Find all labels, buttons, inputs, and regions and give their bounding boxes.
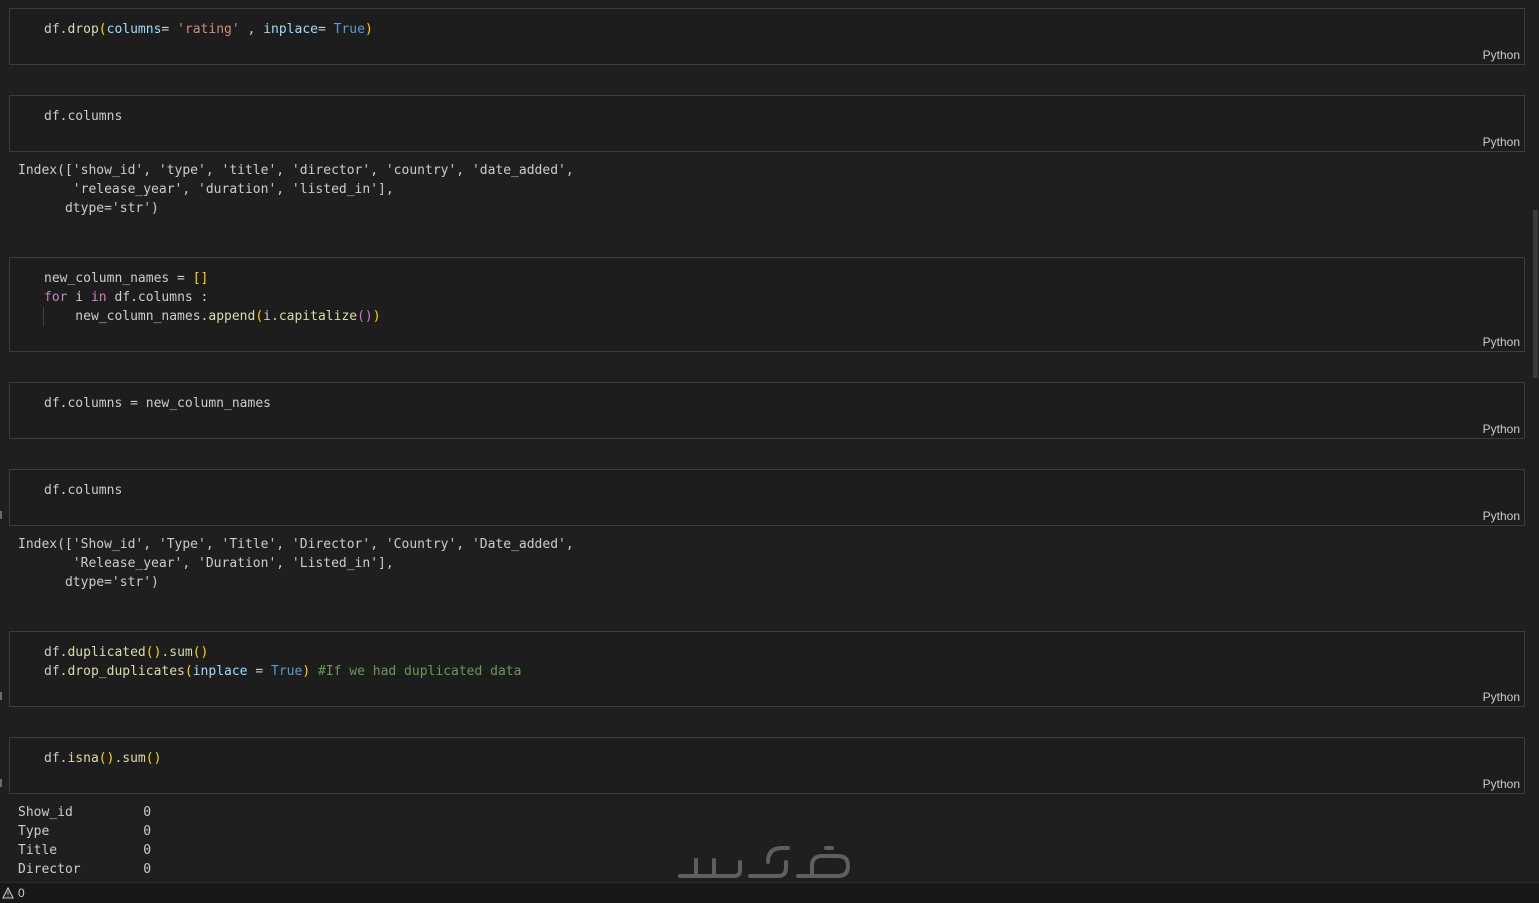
code-token: for [44,290,68,305]
code-token: () [192,645,209,660]
code-token: in [90,290,107,305]
code-line[interactable]: df.duplicated().sum() [44,643,521,662]
code-cell[interactable]: df.columns = new_column_names Python [9,382,1525,439]
code-line[interactable]: df.drop(columns= 'rating' , inplace= Tru… [44,20,373,39]
cell-code[interactable]: df.drop(columns= 'rating' , inplace= Tru… [44,20,373,39]
code-token: i [67,290,91,305]
code-token: duplicated [67,645,146,660]
cell-output: Index(['Show_id', 'Type', 'Title', 'Dire… [18,537,574,590]
code-line[interactable]: df.isna().sum() [44,749,161,768]
notebook-editor[interactable]: df.drop(columns= 'rating' , inplace= Tru… [0,0,1532,882]
code-token: ) [364,22,373,37]
warning-count: 0 [18,886,25,900]
code-cell[interactable]: df.isna().sum() Python [9,737,1525,794]
cell-code[interactable]: df.columns [44,107,122,126]
code-token: 'rating' [177,22,240,37]
code-cell[interactable]: df.duplicated().sum() df.drop_duplicates(… [9,631,1525,707]
code-token: ) [302,664,311,679]
vertical-scrollbar[interactable] [1532,0,1539,882]
cell-output: Index(['show_id', 'type', 'title', 'dire… [18,163,574,216]
cell-code[interactable]: df.duplicated().sum() df.drop_duplicates(… [44,643,521,681]
code-token: True [271,664,303,679]
language-label[interactable]: Python [1483,777,1520,791]
scrollbar-thumb[interactable] [1533,210,1538,378]
code-token: df. [44,645,68,660]
code-token: ( [255,309,264,324]
code-line[interactable]: df.columns = new_column_names [44,394,271,413]
code-token: ( [184,664,193,679]
status-bar: 0 [0,882,1539,903]
code-token: isna [67,751,99,766]
gutter-marker [0,692,2,700]
code-token: () [98,751,115,766]
code-token: new_column_names = [44,271,193,286]
code-token: , [239,22,264,37]
code-token: sum [169,645,193,660]
code-token: ( [98,22,107,37]
code-line[interactable]: df.columns [44,107,122,126]
watermark-logo [676,840,866,882]
problems-indicator[interactable]: 0 [2,886,25,900]
language-label[interactable]: Python [1483,422,1520,436]
cell-code[interactable]: df.isna().sum() [44,749,161,768]
code-token: df.columns [44,483,123,498]
code-line[interactable]: new_column_names = [] [44,269,381,288]
code-token: df.columns = new_column_names [44,396,271,411]
language-label[interactable]: Python [1483,135,1520,149]
code-line[interactable]: df.columns [44,481,122,500]
code-token: ) [372,309,381,324]
code-token: True [333,22,365,37]
code-token: = [247,664,271,679]
gutter-marker [0,511,2,519]
code-token: = [317,22,334,37]
code-token: new_column_names. [44,309,209,324]
cell-code[interactable]: new_column_names = [] for i in df.columns… [44,269,381,326]
code-line[interactable]: df.drop_duplicates(inplace = True) #If w… [44,662,521,681]
code-line[interactable]: new_column_names.append(i.capitalize()) [44,307,381,326]
code-cell[interactable]: df.drop(columns= 'rating' , inplace= Tru… [9,8,1525,65]
code-token: [] [192,271,209,286]
code-token: #If we had duplicated data [317,664,522,679]
code-token: drop [67,22,99,37]
code-token: append [208,309,256,324]
warning-icon [2,887,14,899]
code-token: capitalize [278,309,358,324]
code-token: sum [122,751,146,766]
code-token: df. [44,751,68,766]
code-token: df.columns : [106,290,209,305]
code-token: inplace [192,664,248,679]
language-label[interactable]: Python [1483,509,1520,523]
indent-guide [43,307,44,326]
khamsat-logo [678,846,851,878]
language-label[interactable]: Python [1483,690,1520,704]
code-token: = [161,22,178,37]
code-token: () [145,751,162,766]
cell-code[interactable]: df.columns = new_column_names [44,394,271,413]
gutter-marker [0,779,2,787]
language-label[interactable]: Python [1483,335,1520,349]
code-token: () [357,309,373,324]
cell-code[interactable]: df.columns [44,481,122,500]
cell-output: Show_id 0 Type 0 Title 0 Director 0 [18,805,152,877]
code-line[interactable]: for i in df.columns : [44,288,381,307]
code-token: drop_duplicates [67,664,185,679]
code-token: df. [44,664,68,679]
code-cell[interactable]: new_column_names = [] for i in df.columns… [9,257,1525,352]
code-token: i. [263,309,279,324]
code-token: () [145,645,162,660]
code-token: inplace [263,22,318,37]
code-cell[interactable]: df.columns Python [9,469,1525,526]
code-token: columns [106,22,162,37]
code-cell[interactable]: df.columns Python [9,95,1525,152]
language-label[interactable]: Python [1483,48,1520,62]
code-token: df.columns [44,109,123,124]
code-token: df. [44,22,68,37]
